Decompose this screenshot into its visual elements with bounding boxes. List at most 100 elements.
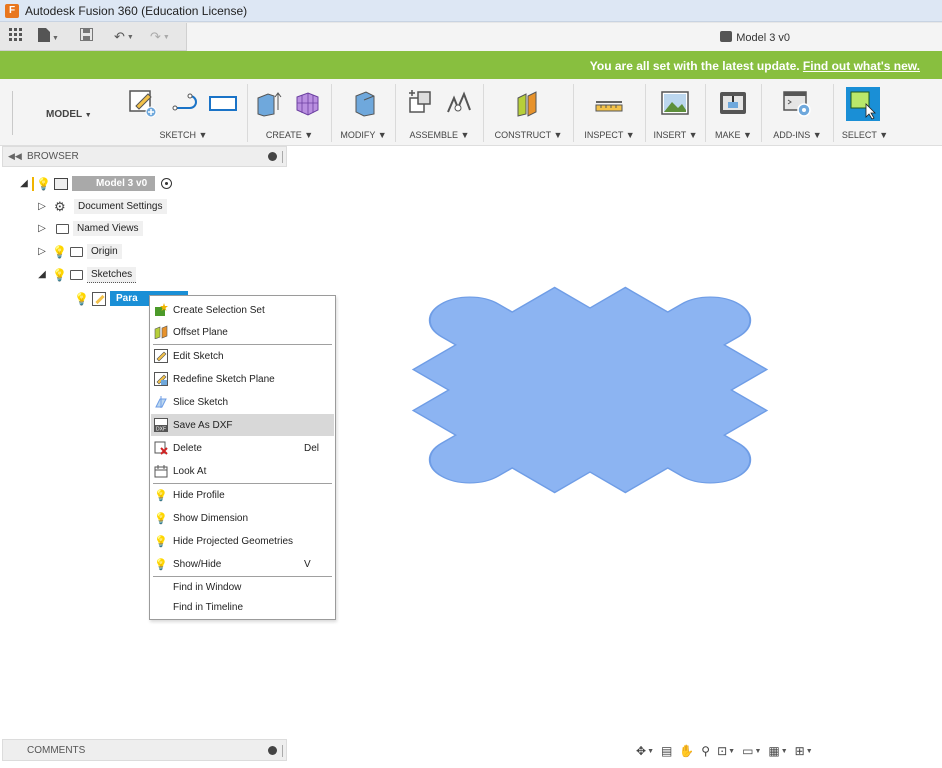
panel-grip-icon[interactable] (282, 745, 283, 757)
grid-icon: ▦ (768, 744, 780, 758)
collapsed-triangle-icon[interactable]: ▷ (36, 223, 48, 234)
browser-title: BROWSER (27, 151, 79, 162)
tree-item-origin[interactable]: ▷ 💡 Origin (36, 242, 122, 261)
make-group[interactable]: MAKE ▼ (706, 84, 762, 142)
tree-root[interactable]: ◢ 💡 Model 3 v0 (18, 174, 173, 193)
menu-item-delete[interactable]: Delete Del (151, 437, 334, 459)
menu-item-redefine-sketch-plane[interactable]: Redefine Sketch Plane (151, 368, 334, 390)
press-pull-icon[interactable] (350, 88, 380, 118)
insert-menu-label: INSERT ▼ (653, 130, 698, 140)
3d-print-icon[interactable] (718, 88, 748, 118)
lightbulb-icon: 💡 (154, 512, 168, 525)
modify-menu-label: MODIFY ▼ (340, 130, 387, 140)
workspace-switcher[interactable]: MODEL ▼ (46, 109, 92, 120)
sketch-profile[interactable] (300, 230, 860, 560)
lightbulb-icon: 💡 (154, 558, 168, 571)
lightbulb-icon[interactable]: 💡 (74, 292, 89, 306)
rectangle-icon[interactable] (208, 88, 238, 118)
dxf-icon: DXF (153, 418, 169, 432)
folder-icon (70, 269, 83, 280)
fit-button[interactable]: ⊡ ▼ (717, 742, 735, 760)
browser-panel-header[interactable]: ◀◀ BROWSER (2, 146, 287, 167)
menu-item-slice-sketch[interactable]: Slice Sketch (151, 391, 334, 413)
lightbulb-icon[interactable]: 💡 (52, 268, 67, 282)
arc-icon[interactable] (170, 88, 200, 118)
whats-new-link[interactable]: Find out what's new. (803, 59, 920, 73)
sketch-menu-label: SKETCH ▼ (159, 130, 208, 140)
document-tab[interactable]: Model 3 v0 (186, 23, 942, 51)
activate-radio-icon[interactable] (161, 178, 173, 189)
inspect-group[interactable]: INSPECT ▼ (574, 84, 646, 142)
undo-button[interactable]: ↶ ▼ (114, 28, 134, 45)
collapsed-triangle-icon[interactable]: ▷ (36, 246, 48, 257)
zoom-button[interactable]: ⚲ (701, 742, 710, 760)
addins-group[interactable]: ADD-INS ▼ (762, 84, 834, 142)
menu-item-find-in-timeline[interactable]: Find in Timeline (151, 596, 334, 618)
scripts-addins-icon[interactable] (782, 88, 812, 118)
update-banner: You are all set with the latest update. … (0, 51, 942, 79)
selection-set-icon (153, 303, 169, 317)
insert-group[interactable]: INSERT ▼ (646, 84, 706, 142)
menu-item-hide-profile[interactable]: 💡 Hide Profile (151, 484, 334, 506)
tree-item-named-views[interactable]: ▷ Named Views (36, 219, 143, 238)
construct-plane-icon[interactable] (512, 88, 542, 118)
design-canvas[interactable] (300, 230, 860, 560)
delete-icon (153, 441, 169, 455)
fusion-app-icon: F (5, 3, 19, 18)
sketch-group[interactable]: SKETCH ▼ (120, 84, 248, 142)
save-icon (80, 28, 93, 41)
collapsed-triangle-icon[interactable]: ▷ (36, 201, 48, 212)
insert-image-icon[interactable] (660, 88, 690, 118)
orbit-button[interactable]: ✥ ▼ (636, 742, 654, 760)
tree-item-document-settings[interactable]: ▷ ⚙ Document Settings (36, 197, 167, 216)
grid-settings-button[interactable]: ▦ ▼ (768, 742, 787, 760)
lightbulb-off-icon[interactable]: 💡 (52, 245, 67, 259)
look-at-button[interactable]: ▤ (661, 742, 672, 760)
menu-item-show-dimension[interactable]: 💡 Show Dimension (151, 507, 334, 529)
comments-title: COMMENTS (27, 745, 86, 756)
expanded-triangle-icon[interactable]: ◢ (36, 269, 48, 280)
menu-item-offset-plane[interactable]: Offset Plane (151, 321, 334, 343)
save-button[interactable] (80, 28, 93, 45)
construct-menu-label: CONSTRUCT ▼ (494, 130, 563, 140)
extrude-icon[interactable] (254, 88, 284, 118)
joint-icon[interactable] (444, 88, 474, 118)
form-icon[interactable] (292, 88, 322, 118)
tree-item-sketches[interactable]: ◢ 💡 Sketches (36, 265, 137, 284)
create-sketch-icon[interactable] (128, 88, 158, 118)
menu-item-save-as-dxf[interactable]: DXF Save As DXF (151, 414, 334, 436)
select-icon[interactable] (846, 87, 880, 121)
sketch-icon (92, 291, 106, 306)
collapse-arrows-icon[interactable]: ◀◀ (8, 151, 22, 162)
panel-grip-icon[interactable] (282, 151, 283, 163)
assemble-group[interactable]: ASSEMBLE ▼ (396, 84, 484, 142)
data-panel-grid-icon[interactable] (9, 28, 22, 45)
viewports-button[interactable]: ⊞ ▼ (795, 742, 813, 760)
modify-group[interactable]: MODIFY ▼ (332, 84, 396, 142)
pan-button[interactable]: ✋ (679, 742, 694, 760)
menu-item-edit-sketch[interactable]: Edit Sketch (151, 345, 334, 367)
construct-group[interactable]: CONSTRUCT ▼ (484, 84, 574, 142)
root-component-label[interactable]: Model 3 v0 (72, 176, 156, 191)
comments-panel-header[interactable]: COMMENTS (2, 739, 287, 761)
lightbulb-icon[interactable]: 💡 (36, 177, 51, 191)
menu-item-create-selection-set[interactable]: Create Selection Set (151, 299, 334, 321)
menu-item-hide-projected-geometries[interactable]: 💡 Hide Projected Geometries (151, 530, 334, 552)
window-title: Autodesk Fusion 360 (Education License) (25, 3, 248, 18)
select-group[interactable]: SELECT ▼ (834, 84, 896, 142)
create-group[interactable]: CREATE ▼ (248, 84, 332, 142)
lightbulb-icon: 💡 (154, 535, 168, 548)
new-component-icon[interactable] (406, 88, 436, 118)
tree-item-label: Origin (87, 244, 122, 259)
add-comment-icon[interactable] (268, 746, 277, 755)
browser-options-icon[interactable] (268, 152, 277, 161)
menu-item-show-hide[interactable]: 💡 Show/Hide V (151, 553, 334, 575)
redo-button[interactable]: ↷ ▼ (150, 28, 170, 45)
display-settings-button[interactable]: ▭ ▼ (742, 742, 761, 760)
expanded-triangle-icon[interactable]: ◢ (18, 178, 30, 189)
menu-item-look-at[interactable]: Look At (151, 460, 334, 482)
menu-item-find-in-window[interactable]: Find in Window (151, 576, 334, 598)
file-menu-button[interactable]: ▼ (38, 28, 59, 45)
redo-icon: ↷ (150, 29, 161, 44)
measure-icon[interactable] (594, 88, 624, 118)
